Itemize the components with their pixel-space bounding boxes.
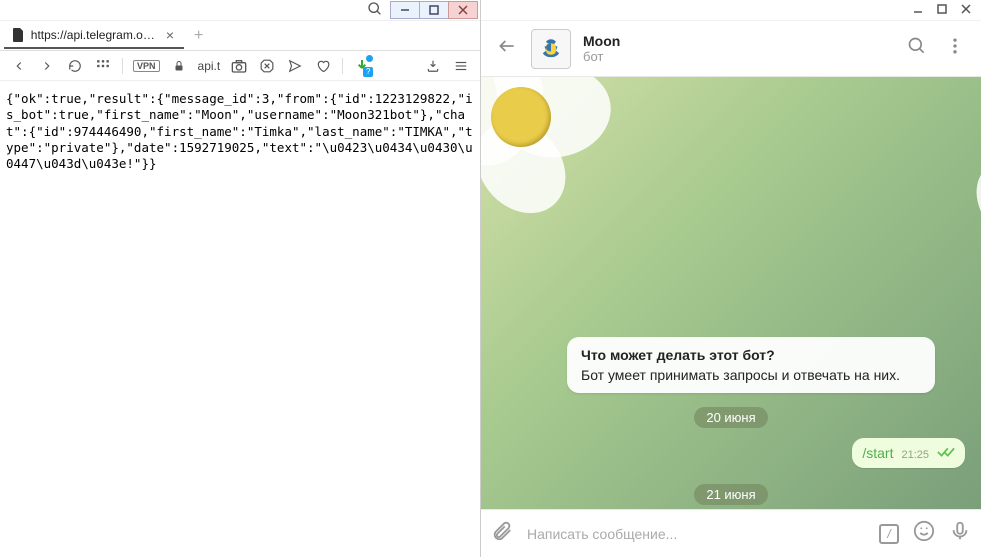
back-icon[interactable] — [497, 36, 517, 62]
commands-icon[interactable]: / — [879, 524, 899, 544]
read-checks-icon — [937, 445, 955, 461]
search-icon[interactable] — [367, 1, 383, 20]
emoji-icon[interactable] — [913, 520, 935, 548]
vpn-badge[interactable]: VPN — [133, 60, 160, 72]
minimize-button[interactable] — [390, 1, 420, 19]
close-button[interactable] — [961, 3, 971, 17]
browser-tab[interactable]: https://api.telegram.org/bo × — [4, 23, 184, 49]
download-arrow-icon[interactable]: ? — [353, 57, 371, 75]
bot-description-text: Бот умеет принимать запросы и отвечать н… — [581, 367, 921, 383]
tab-title: https://api.telegram.org/bo — [31, 28, 158, 42]
message-input-bar: / — [481, 509, 981, 557]
microphone-icon[interactable] — [949, 520, 971, 548]
back-icon[interactable] — [10, 57, 28, 75]
bot-description-card: Что может делать этот бот? Бот умеет при… — [567, 337, 935, 393]
download-tray-icon[interactable] — [424, 57, 442, 75]
new-tab-button[interactable]: + — [184, 27, 213, 45]
search-icon[interactable] — [907, 36, 927, 61]
browser-window: https://api.telegram.org/bo × + VPN api.… — [0, 0, 481, 557]
browser-toolbar: VPN api.t ? — [0, 51, 480, 81]
maximize-button[interactable] — [937, 3, 947, 17]
date-separator: 21 июня — [694, 484, 767, 505]
chat-area: Что может делать этот бот? Бот умеет при… — [481, 77, 981, 509]
message-time: 21:25 — [901, 449, 929, 461]
menu-icon[interactable] — [452, 57, 470, 75]
date-separator: 20 июня — [694, 407, 767, 428]
avatar[interactable] — [531, 29, 571, 69]
message-input[interactable] — [527, 526, 865, 542]
outgoing-message[interactable]: /start 21:25 — [852, 438, 965, 468]
lock-icon — [170, 57, 188, 75]
message-text: /start — [862, 445, 893, 461]
separator — [122, 58, 123, 74]
download-badge: ? — [363, 67, 373, 77]
chat-subtitle: бот — [583, 49, 907, 64]
window-controls — [0, 0, 480, 21]
camera-icon[interactable] — [230, 57, 248, 75]
chat-header: Moon бот — [481, 21, 981, 77]
page-icon — [12, 28, 25, 42]
close-button[interactable] — [448, 1, 478, 19]
message-row: /start 21:25 — [497, 438, 965, 468]
tab-close-icon[interactable]: × — [164, 27, 176, 43]
more-icon[interactable] — [945, 36, 965, 61]
block-icon[interactable] — [258, 57, 276, 75]
notification-dot — [366, 55, 373, 62]
maximize-button[interactable] — [419, 1, 449, 19]
telegram-window: Moon бот Что может — [481, 0, 981, 557]
reload-icon[interactable] — [66, 57, 84, 75]
minimize-button[interactable] — [913, 3, 923, 17]
page-content[interactable]: {"ok":true,"result":{"message_id":3,"fro… — [0, 81, 480, 557]
tab-bar: https://api.telegram.org/bo × + — [0, 21, 480, 51]
attach-icon[interactable] — [491, 520, 513, 548]
window-controls — [481, 0, 981, 21]
chat-name: Moon — [583, 33, 907, 49]
address-text[interactable]: api.t — [198, 59, 221, 73]
send-icon[interactable] — [286, 57, 304, 75]
separator — [342, 58, 343, 74]
forward-icon[interactable] — [38, 57, 56, 75]
apps-icon[interactable] — [94, 57, 112, 75]
heart-icon[interactable] — [314, 57, 332, 75]
bot-description-question: Что может делать этот бот? — [581, 347, 921, 363]
